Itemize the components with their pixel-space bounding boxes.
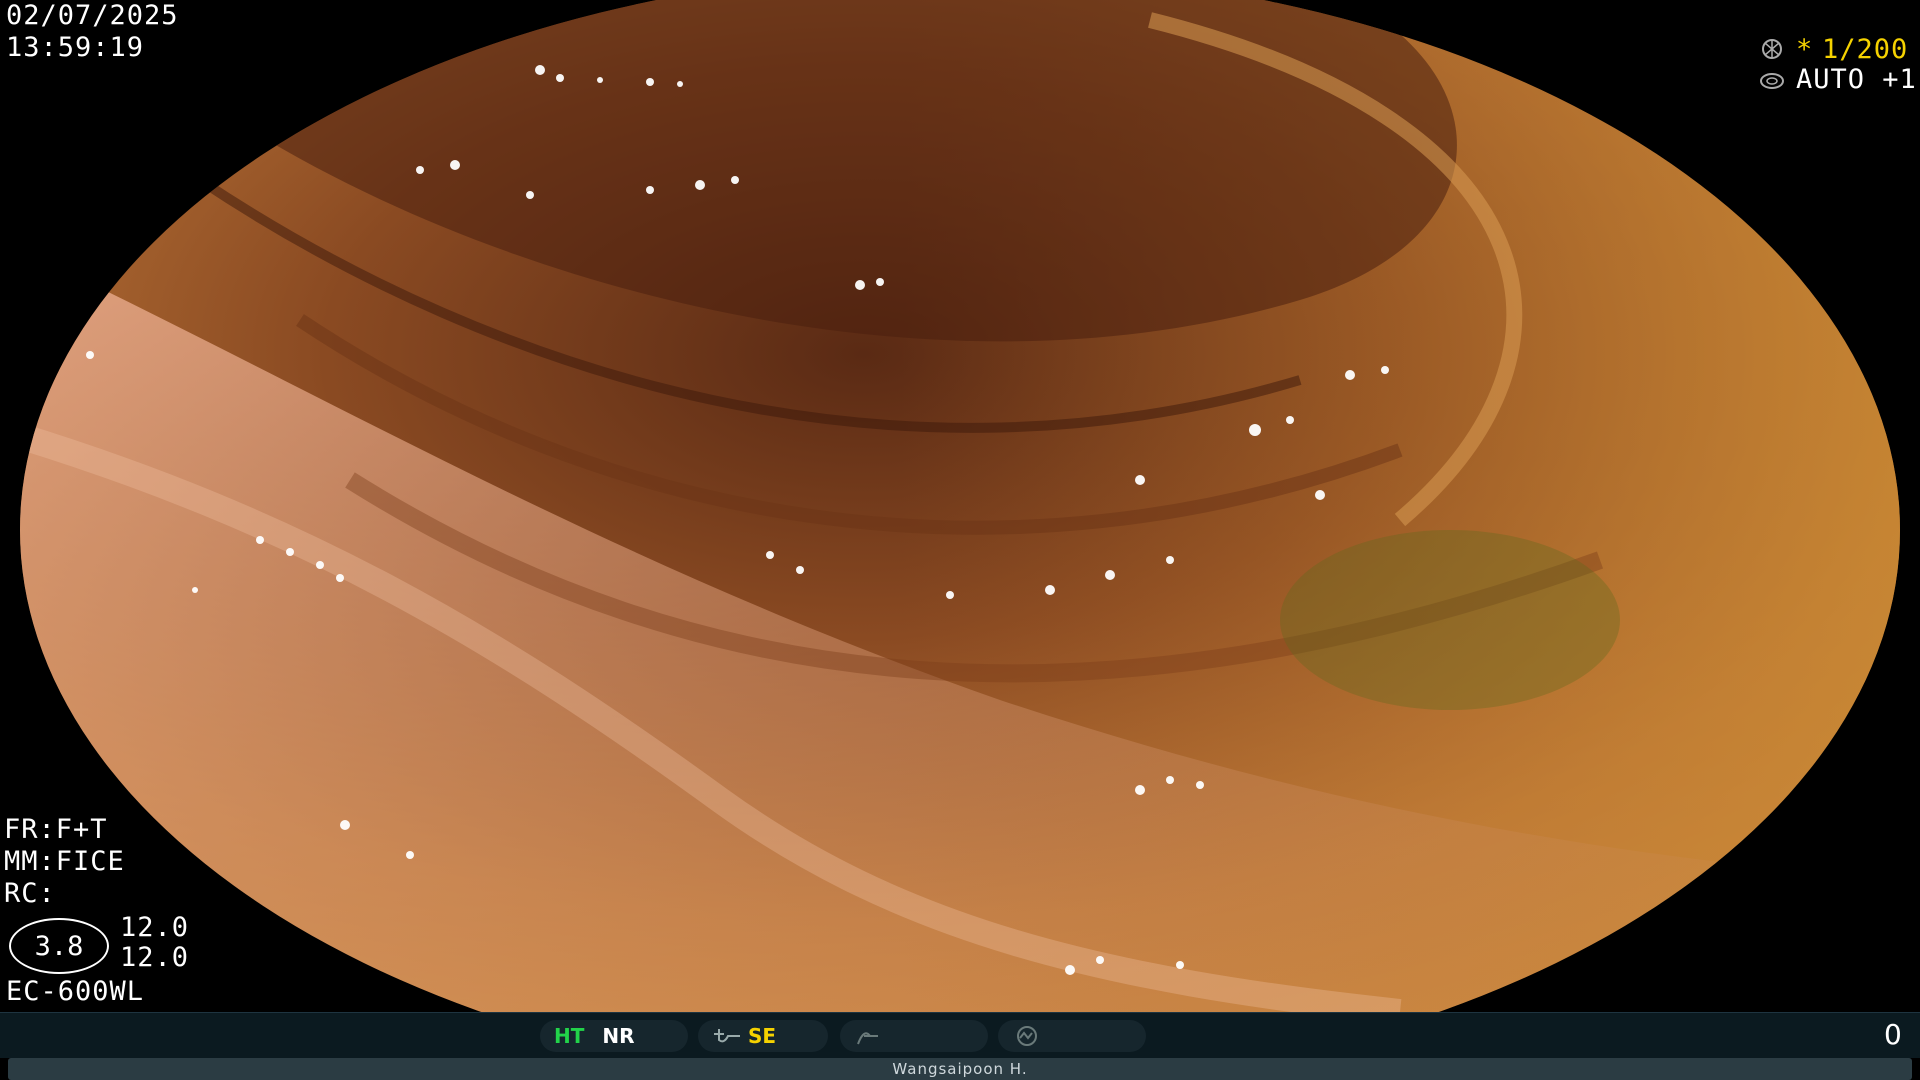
color-mode-indicator — [998, 1020, 1146, 1052]
scope-model-label: EC-600WL — [6, 976, 145, 1007]
enhance-icon — [854, 1026, 882, 1046]
color-mode-icon — [1012, 1025, 1042, 1047]
fr-setting: FR:F+T — [4, 814, 108, 845]
time-label: 13:59:19 — [6, 32, 145, 63]
rc-setting: RC: — [4, 878, 56, 909]
shutter-icon — [1758, 38, 1786, 60]
date-label: 02/07/2025 — [6, 0, 179, 31]
structure-enhance-icon — [712, 1026, 742, 1046]
ht-indicator: HT — [554, 1024, 585, 1048]
auto-exposure-label: AUTO +1 — [1796, 64, 1917, 95]
status-bar: HT NR SE 0 — [0, 1012, 1920, 1059]
enhance-indicator — [840, 1020, 988, 1052]
mm-setting: MM:FICE — [4, 846, 125, 877]
magnification-value-bottom: 12.0 — [120, 942, 190, 973]
shutter-prefix: * — [1796, 34, 1814, 65]
magnification-ratio: 3.8 — [9, 918, 109, 974]
ht-nr-indicator: HT NR — [540, 1020, 688, 1052]
endoscopic-view — [0, 0, 1920, 1012]
operator-name: Wangsaipoon H. — [8, 1058, 1912, 1080]
se-indicator-group: SE — [698, 1020, 828, 1052]
se-indicator: SE — [748, 1024, 777, 1048]
shutter-speed-label: 1/200 — [1822, 34, 1909, 65]
image-counter: 0 — [1884, 1018, 1903, 1051]
magnification-value-top: 12.0 — [120, 912, 190, 943]
magnification-ratio-value: 3.8 — [34, 930, 84, 962]
nr-indicator: NR — [602, 1024, 635, 1048]
footer: Wangsaipoon H. — [0, 1058, 1920, 1080]
iris-icon — [1758, 70, 1786, 92]
